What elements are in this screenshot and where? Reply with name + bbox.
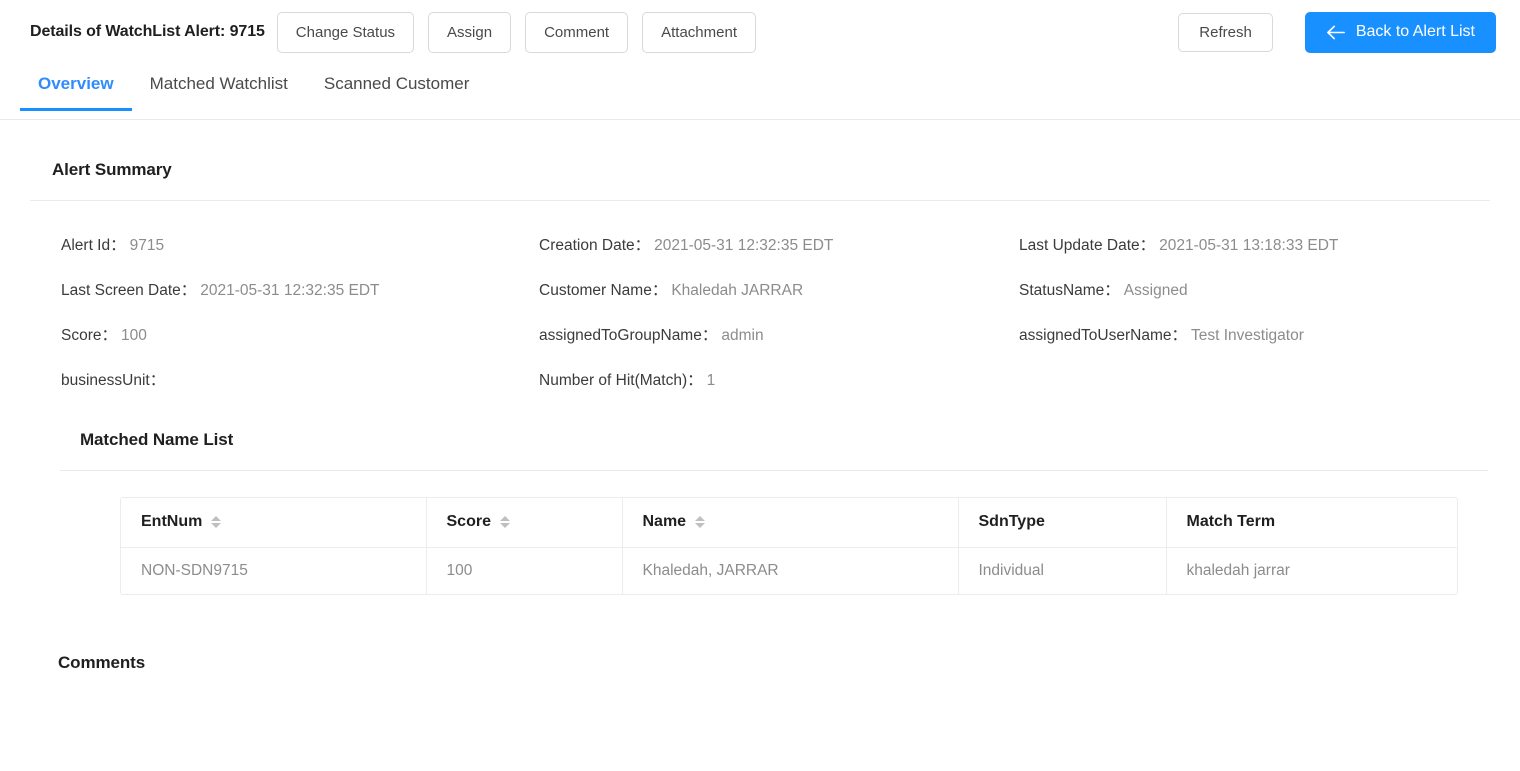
- matched-name-list-title: Matched Name List: [80, 430, 234, 449]
- field-assigned-to-user-name-value: Test Investigator: [1191, 327, 1304, 344]
- attachment-button[interactable]: Attachment: [642, 11, 756, 53]
- change-status-button[interactable]: Change Status: [276, 11, 415, 53]
- column-header-sdntype: SdnType: [958, 498, 1167, 548]
- field-assigned-to-group-name: assignedToGroupName： admin: [539, 325, 1019, 347]
- main-content: Alert Summary Alert Id： 9715 Creation Dat…: [0, 120, 1520, 673]
- assign-button[interactable]: Assign: [428, 11, 512, 53]
- cell-matchterm: khaledah jarrar: [1186, 561, 1290, 579]
- field-last-screen-date-label: Last Screen Date：: [61, 282, 197, 299]
- header-action-group: Change Status Assign Comment Attachment: [276, 11, 756, 53]
- tab-overview[interactable]: Overview: [20, 64, 132, 111]
- field-number-of-hits: Number of Hit(Match)： 1: [539, 370, 1019, 392]
- caret-up-icon: [211, 516, 222, 522]
- field-last-update-date-value: 2021-05-31 13:18:33 EDT: [1159, 237, 1339, 254]
- field-score-label: Score：: [61, 327, 117, 344]
- field-assigned-to-group-name-value: admin: [721, 327, 764, 344]
- column-header-entnum-label: EntNum: [141, 513, 203, 531]
- field-assigned-to-group-name-label: assignedToGroupName：: [539, 327, 718, 344]
- field-creation-date-value: 2021-05-31 12:32:35 EDT: [654, 237, 834, 254]
- field-number-of-hits-value: 1: [706, 372, 716, 389]
- column-header-sdntype-inner: SdnType: [979, 513, 1045, 531]
- header-right-group: Refresh Back to Alert List: [1178, 11, 1496, 53]
- field-creation-date-label: Creation Date：: [539, 237, 651, 254]
- matched-name-table-wrapper: EntNum Score Name SdnType Match Term NON…: [120, 497, 1458, 595]
- column-header-matchterm: Match Term: [1166, 498, 1457, 548]
- caret-up-icon: [695, 516, 706, 522]
- caret-down-icon: [695, 523, 706, 529]
- tab-bar: Overview Matched Watchlist Scanned Custo…: [0, 64, 1520, 120]
- refresh-button[interactable]: Refresh: [1178, 12, 1273, 52]
- field-last-screen-date: Last Screen Date： 2021-05-31 12:32:35 EDT: [61, 280, 539, 302]
- tab-matched-watchlist[interactable]: Matched Watchlist: [132, 64, 306, 110]
- field-assigned-to-user-name: assignedToUserName： Test Investigator: [1019, 325, 1490, 347]
- table-row[interactable]: NON-SDN9715 100 Khaledah, JARRAR Individ…: [121, 547, 1457, 594]
- field-business-unit-label: businessUnit：: [61, 372, 166, 389]
- field-score-value: 100: [121, 327, 147, 344]
- field-status-name: StatusName： Assigned: [1019, 280, 1490, 302]
- column-header-score-label: Score: [446, 513, 491, 531]
- field-last-screen-date-value: 2021-05-31 12:32:35 EDT: [200, 282, 380, 299]
- column-header-entnum-inner: EntNum: [141, 513, 222, 531]
- caret-down-icon: [499, 523, 510, 529]
- field-assigned-to-user-name-label: assignedToUserName：: [1019, 327, 1187, 344]
- cell-sdntype: Individual: [958, 547, 1167, 594]
- table-body: NON-SDN9715 100 Khaledah, JARRAR Individ…: [121, 547, 1457, 594]
- comment-button[interactable]: Comment: [525, 11, 629, 53]
- field-last-update-date-label: Last Update Date：: [1019, 237, 1156, 254]
- sort-icon-entnum[interactable]: [211, 516, 222, 529]
- cell-name: Khaledah, JARRAR: [622, 547, 959, 594]
- column-header-name[interactable]: Name: [622, 498, 959, 548]
- comments-section: Comments: [30, 653, 1490, 673]
- arrow-left-icon: [1326, 25, 1345, 40]
- field-status-name-value: Assigned: [1123, 282, 1188, 299]
- field-last-update-date: Last Update Date： 2021-05-31 13:18:33 EDT: [1019, 235, 1490, 257]
- field-score: Score： 100: [61, 325, 539, 347]
- table-header-row: EntNum Score Name SdnType Match Term: [121, 498, 1457, 548]
- tab-scanned-customer[interactable]: Scanned Customer: [306, 64, 488, 110]
- comments-title: Comments: [58, 653, 146, 672]
- caret-down-icon: [211, 523, 222, 529]
- field-status-name-label: StatusName：: [1019, 282, 1120, 299]
- cell-entnum: NON-SDN9715: [121, 547, 427, 594]
- column-header-name-label: Name: [642, 513, 687, 531]
- back-to-alert-list-label: Back to Alert List: [1355, 23, 1475, 40]
- field-customer-name-value: Khaledah JARRAR: [671, 282, 804, 299]
- field-business-unit: businessUnit：: [61, 370, 539, 392]
- field-alert-id-label: Alert Id：: [61, 237, 126, 254]
- field-alert-id: Alert Id： 9715: [61, 235, 539, 257]
- column-header-name-inner: Name: [643, 513, 706, 531]
- matched-name-list-header: Matched Name List: [60, 430, 1490, 470]
- alert-summary-title: Alert Summary: [52, 160, 172, 179]
- sort-icon-name[interactable]: [695, 516, 706, 529]
- field-creation-date: Creation Date： 2021-05-31 12:32:35 EDT: [539, 235, 1019, 257]
- field-empty: [1019, 370, 1490, 392]
- field-number-of-hits-label: Number of Hit(Match)：: [539, 372, 703, 389]
- back-to-alert-list-button[interactable]: Back to Alert List: [1304, 11, 1496, 53]
- column-header-matchterm-inner: Match Term: [1187, 513, 1276, 531]
- field-alert-id-value: 9715: [129, 237, 165, 254]
- alert-summary-header: Alert Summary: [30, 120, 1490, 200]
- field-customer-name: Customer Name： Khaledah JARRAR: [539, 280, 1019, 302]
- page-header: Details of WatchList Alert: 9715 Change …: [0, 0, 1520, 64]
- column-header-sdntype-label: SdnType: [978, 513, 1045, 531]
- caret-up-icon: [499, 516, 510, 522]
- column-header-score[interactable]: Score: [426, 498, 623, 548]
- column-header-score-inner: Score: [447, 513, 510, 531]
- page-title: Details of WatchList Alert: 9715: [30, 23, 265, 40]
- alert-summary-fields: Alert Id： 9715 Creation Date： 2021-05-31 1…: [30, 201, 1490, 392]
- column-header-matchterm-label: Match Term: [1186, 513, 1276, 531]
- sort-icon-score[interactable]: [499, 516, 510, 529]
- matched-name-list-section: Matched Name List EntNum Score Name SdnT…: [30, 430, 1490, 595]
- field-customer-name-label: Customer Name：: [539, 282, 668, 299]
- cell-score: 100: [426, 547, 623, 594]
- matched-name-table: EntNum Score Name SdnType Match Term NON…: [121, 498, 1457, 594]
- column-header-entnum[interactable]: EntNum: [121, 498, 427, 548]
- table-head: EntNum Score Name SdnType Match Term: [121, 498, 1457, 548]
- matched-name-list-divider: [60, 470, 1488, 471]
